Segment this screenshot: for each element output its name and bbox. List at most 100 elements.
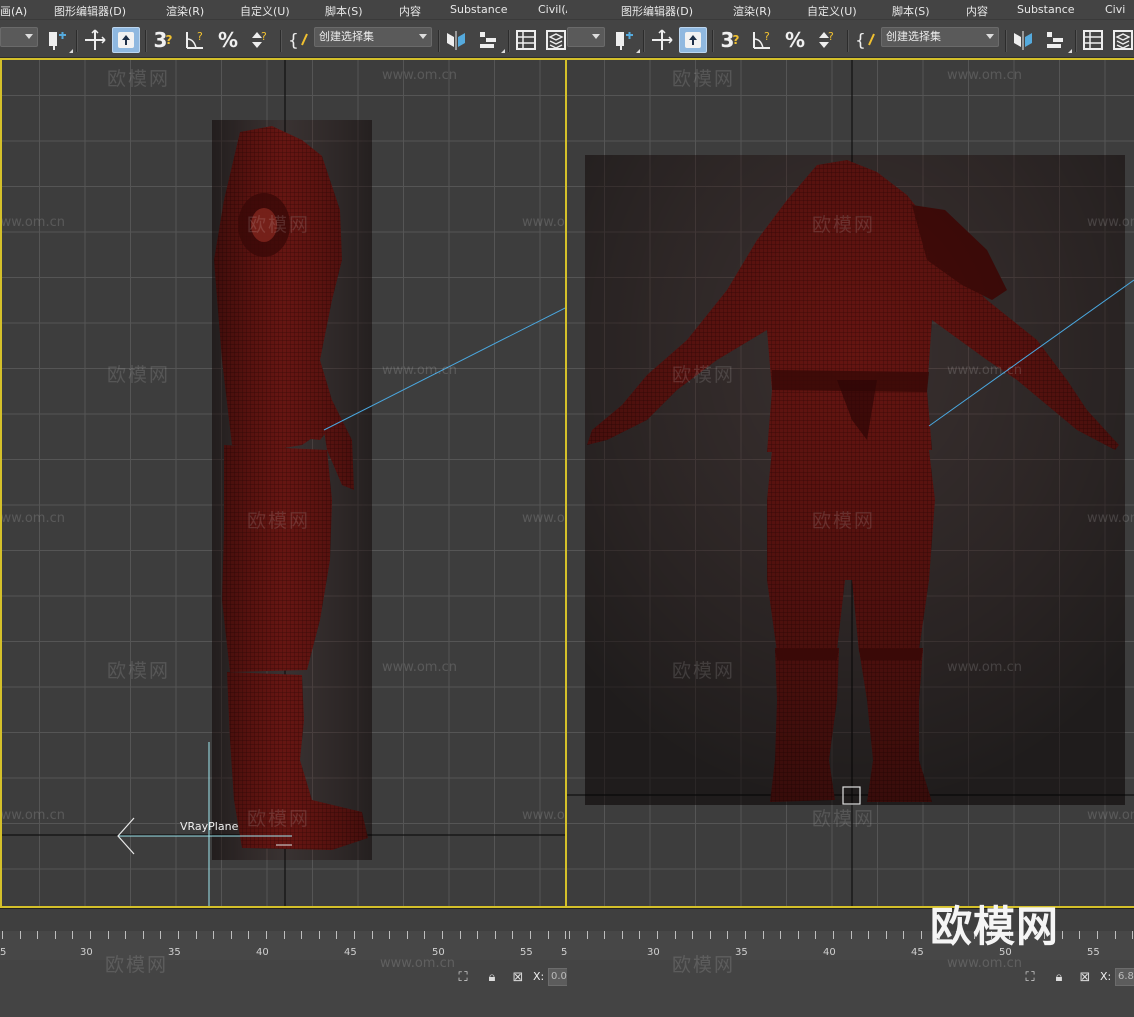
lock-icon[interactable]: 🔒︎ — [1051, 970, 1067, 986]
edit-named-selection-button[interactable]: { — [286, 27, 312, 53]
menu-item-content[interactable]: 内容 — [399, 3, 421, 19]
absolute-mode-icon[interactable]: ⊠ — [1077, 970, 1093, 986]
menu-item-civil[interactable]: Civi — [1105, 3, 1125, 16]
svg-text:{: { — [855, 31, 866, 51]
menu-item-customize[interactable]: 自定义(U) — [807, 3, 857, 19]
ruler-tick — [160, 931, 162, 939]
mirror-button[interactable] — [1010, 27, 1036, 53]
watermark-url: www.om.cn — [1087, 808, 1134, 823]
watermark-url: www.om.cn — [380, 956, 455, 971]
mirror-button[interactable] — [443, 27, 469, 53]
tick-label: 45 — [911, 947, 924, 958]
select-link-button[interactable] — [44, 27, 73, 53]
watermark-logo: 欧模网 — [812, 808, 876, 830]
table-icon — [1083, 30, 1103, 50]
ruler-tick — [850, 931, 852, 939]
menu-item-substance[interactable]: Substance — [1017, 3, 1075, 16]
select-manipulate-button[interactable] — [112, 27, 140, 53]
watermark-url: www.om.cn — [522, 808, 565, 823]
menu-item-rendering[interactable]: 渲染(R) — [166, 3, 204, 19]
snap-toggle-3d-button[interactable]: 3? — [717, 27, 743, 53]
named-selection-dropdown[interactable]: 创建选择集 — [314, 27, 432, 47]
upload-arrow-icon — [118, 32, 134, 48]
snap-toggle-3d-button[interactable]: 3? — [150, 27, 176, 53]
percent-snap-button[interactable]: % — [781, 27, 809, 53]
menu-item-scripting[interactable]: 脚本(S) — [325, 3, 363, 19]
ruler-tick — [354, 931, 355, 939]
ruler-tick — [621, 931, 623, 939]
watermark-logo: 欧模网 — [107, 660, 171, 682]
watermark-url: www.om.cn — [0, 511, 65, 526]
spinner-snap-button[interactable]: ? — [813, 27, 839, 53]
timeline-ruler[interactable]: 5 30 35 40 45 50 55 5 — [0, 931, 567, 961]
ruler-tick — [921, 931, 922, 939]
select-link-button[interactable] — [611, 27, 640, 53]
chevron-down-icon — [986, 34, 994, 39]
edit-named-selection-button[interactable]: { — [853, 27, 879, 53]
scene-explorer-button[interactable] — [1081, 27, 1105, 53]
ruler-tick — [727, 931, 729, 939]
ruler-tick — [459, 931, 461, 939]
align-button[interactable] — [474, 27, 505, 53]
isolate-selection-icon[interactable]: ⛶ — [1022, 970, 1038, 986]
menu-item-substance[interactable]: Substance — [450, 3, 508, 16]
absolute-mode-icon[interactable]: ⊠ — [510, 970, 526, 986]
layer-manager-button[interactable] — [1111, 27, 1134, 53]
menu-item-customize[interactable]: 自定义(U) — [240, 3, 290, 19]
menu-item-civil[interactable]: Civil(A) — [538, 3, 567, 16]
ruler-tick — [178, 931, 179, 939]
ruler-tick — [266, 931, 267, 939]
select-object-icon — [49, 32, 66, 50]
menu-item-graph-editors[interactable]: 图形编辑器(D) — [54, 3, 126, 19]
angle-snap-button[interactable]: ? — [749, 27, 775, 53]
percent-snap-button[interactable]: % — [214, 27, 242, 53]
filter-dropdown[interactable] — [0, 27, 38, 47]
align-button[interactable] — [1041, 27, 1072, 53]
layer-manager-button[interactable] — [544, 27, 567, 53]
time-slider[interactable]: 5 30 35 40 45 50 55 5 — [0, 908, 567, 961]
lock-icon[interactable]: 🔒︎ — [484, 970, 500, 986]
watermark-url: www.om.cn — [947, 363, 1022, 378]
watermark-logo: 欧模网 — [672, 364, 736, 386]
link-line — [842, 279, 1134, 805]
ruler-tick — [301, 931, 303, 939]
scene-explorer-button[interactable] — [514, 27, 538, 53]
x-coord-field[interactable]: 6.8 — [1115, 968, 1134, 986]
ruler-tick — [639, 931, 641, 939]
ruler-tick — [107, 931, 109, 939]
menu-item-rendering[interactable]: 渲染(R) — [733, 3, 771, 19]
ruler-tick — [90, 931, 91, 939]
ruler-tick — [37, 931, 39, 939]
move-icon — [652, 29, 673, 50]
isolate-selection-icon[interactable]: ⛶ — [455, 970, 471, 986]
menu-item-graph-editors[interactable]: 图形编辑器(D) — [621, 3, 693, 19]
x-coord-field[interactable]: 0.0 — [548, 968, 567, 986]
ruler-tick — [586, 931, 588, 939]
menu-item-animation[interactable]: 画(A) — [0, 3, 27, 19]
align-icon — [1047, 32, 1063, 48]
filter-dropdown[interactable] — [567, 27, 605, 47]
tick-label: 40 — [256, 947, 269, 958]
left-screen: 画(A) 图形编辑器(D) 渲染(R) 自定义(U) 脚本(S) 内容 Subs… — [0, 0, 567, 1017]
move-tool-button[interactable] — [82, 27, 108, 53]
menu-item-content[interactable]: 内容 — [966, 3, 988, 19]
ruler-tick — [692, 931, 694, 939]
x-coord-label: X: — [533, 970, 545, 983]
select-manipulate-button[interactable] — [679, 27, 707, 53]
named-selection-dropdown[interactable]: 创建选择集 — [881, 27, 999, 47]
curly-brace-icon: { — [855, 31, 875, 51]
angle-snap-button[interactable]: ? — [182, 27, 208, 53]
menu-bar: 画(A) 图形编辑器(D) 渲染(R) 自定义(U) 脚本(S) 内容 Subs… — [0, 0, 567, 20]
spinner-snap-button[interactable]: ? — [246, 27, 272, 53]
left-viewport[interactable]: VRayPlane 欧模网 欧模网 欧模网 欧模网 欧模网 欧模网 www.om… — [0, 58, 567, 908]
ruler-tick — [336, 931, 338, 939]
watermark-url: www.om.cn — [947, 956, 1022, 971]
menu-item-scripting[interactable]: 脚本(S) — [892, 3, 930, 19]
ruler-tick — [195, 931, 197, 939]
right-viewport[interactable]: 欧模网 欧模网 欧模网 欧模网 欧模网 欧模网 www.om.cn www.om… — [567, 58, 1134, 908]
ruler-tick — [833, 931, 834, 939]
tick-label: 55 — [1087, 947, 1100, 958]
ruler-tick — [283, 931, 285, 939]
svg-text:?: ? — [261, 30, 267, 43]
move-tool-button[interactable] — [649, 27, 675, 53]
